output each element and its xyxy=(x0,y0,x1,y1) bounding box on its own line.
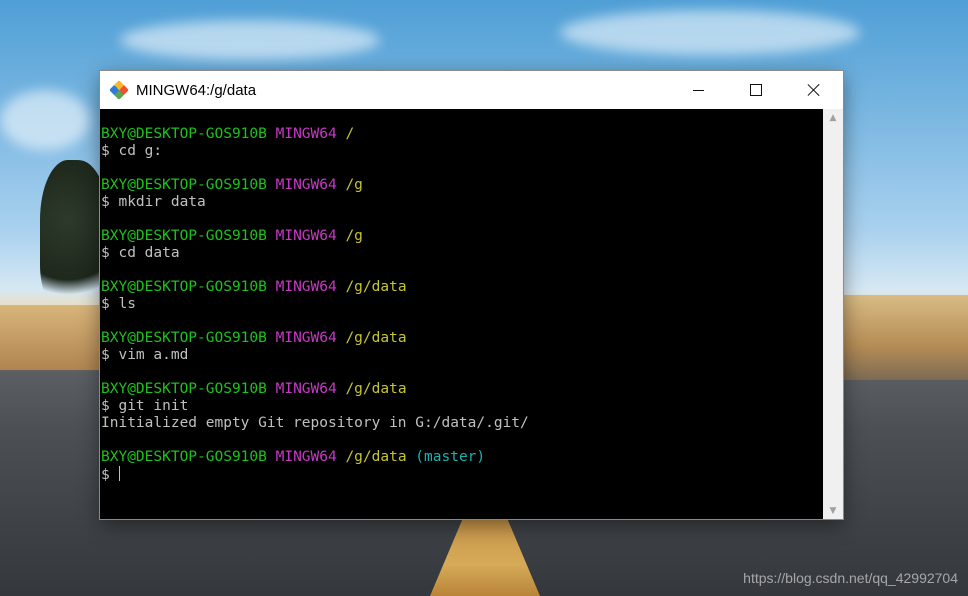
minimize-icon xyxy=(692,89,704,91)
prompt-env: MINGW64 xyxy=(275,228,337,244)
close-icon xyxy=(808,84,820,96)
command-text: $ vim a.md xyxy=(101,347,189,363)
prompt-path: /g/data xyxy=(345,279,407,295)
prompt-user-host: BXY@DESKTOP-GOS910B xyxy=(101,177,267,193)
maximize-button[interactable] xyxy=(727,71,785,109)
command-line: $ cd g: xyxy=(100,143,823,160)
cloud xyxy=(120,20,380,60)
watermark: https://blog.csdn.net/qq_42992704 xyxy=(743,570,958,586)
vertical-scrollbar[interactable]: ▲ ▼ xyxy=(823,109,843,519)
prompt-path: /g/data xyxy=(345,381,407,397)
prompt-user-host: BXY@DESKTOP-GOS910B xyxy=(101,228,267,244)
prompt-user-host: BXY@DESKTOP-GOS910B xyxy=(101,126,267,142)
command-line: $ vim a.md xyxy=(100,347,823,364)
command-text: $ mkdir data xyxy=(101,194,206,210)
prompt-env: MINGW64 xyxy=(275,330,337,346)
prompt-line: BXY@DESKTOP-GOS910B MINGW64 /g/data xyxy=(100,279,823,296)
prompt-line: BXY@DESKTOP-GOS910B MINGW64 /g/data (mas… xyxy=(100,449,823,466)
prompt-branch: (master) xyxy=(415,449,486,465)
text-cursor xyxy=(119,466,121,481)
terminal-window[interactable]: MINGW64:/g/data BXY@DESKTOP-GOS910B MING… xyxy=(100,71,843,519)
prompt-line: BXY@DESKTOP-GOS910B MINGW64 / xyxy=(100,126,823,143)
command-line: $ cd data xyxy=(100,245,823,262)
cloud xyxy=(0,90,90,150)
terminal-output[interactable]: BXY@DESKTOP-GOS910B MINGW64 /$ cd g: BXY@… xyxy=(100,109,823,519)
prompt-line: BXY@DESKTOP-GOS910B MINGW64 /g xyxy=(100,177,823,194)
prompt-path: /g/data xyxy=(345,330,407,346)
prompt-user-host: BXY@DESKTOP-GOS910B xyxy=(101,279,267,295)
prompt-path: / xyxy=(345,126,355,142)
command-text: $ cd g: xyxy=(101,143,163,159)
minimize-button[interactable] xyxy=(669,71,727,109)
field-left xyxy=(0,305,100,370)
command-text: $ ls xyxy=(101,296,136,312)
prompt-user-host: BXY@DESKTOP-GOS910B xyxy=(101,381,267,397)
command-line: $ mkdir data xyxy=(100,194,823,211)
command-text: $ cd data xyxy=(101,245,180,261)
prompt-line: BXY@DESKTOP-GOS910B MINGW64 /g/data xyxy=(100,381,823,398)
output-text: Initialized empty Git repository in G:/d… xyxy=(101,415,529,431)
road-center-line xyxy=(430,518,540,596)
prompt-line: BXY@DESKTOP-GOS910B MINGW64 /g xyxy=(100,228,823,245)
command-line: $ xyxy=(100,466,823,483)
window-title: MINGW64:/g/data xyxy=(136,81,257,99)
prompt-env: MINGW64 xyxy=(275,449,337,465)
title-bar[interactable]: MINGW64:/g/data xyxy=(100,71,843,109)
output-line: Initialized empty Git repository in G:/d… xyxy=(100,415,823,432)
prompt-path: /g xyxy=(345,228,363,244)
prompt-path: /g/data xyxy=(345,449,407,465)
command-line: $ git init xyxy=(100,398,823,415)
git-icon xyxy=(109,80,129,100)
prompt-user-host: BXY@DESKTOP-GOS910B xyxy=(101,330,267,346)
command-line: $ ls xyxy=(100,296,823,313)
prompt-env: MINGW64 xyxy=(275,177,337,193)
close-button[interactable] xyxy=(785,71,843,109)
maximize-icon xyxy=(750,84,762,96)
prompt-env: MINGW64 xyxy=(275,381,337,397)
scroll-down-icon[interactable]: ▼ xyxy=(823,502,843,519)
prompt-line: BXY@DESKTOP-GOS910B MINGW64 /g/data xyxy=(100,330,823,347)
prompt-env: MINGW64 xyxy=(275,126,337,142)
cloud xyxy=(560,10,860,55)
field-right xyxy=(843,295,968,380)
prompt-env: MINGW64 xyxy=(275,279,337,295)
scroll-up-icon[interactable]: ▲ xyxy=(823,109,843,126)
command-text: $ xyxy=(101,467,119,483)
prompt-path: /g xyxy=(345,177,363,193)
command-text: $ git init xyxy=(101,398,189,414)
prompt-user-host: BXY@DESKTOP-GOS910B xyxy=(101,449,267,465)
